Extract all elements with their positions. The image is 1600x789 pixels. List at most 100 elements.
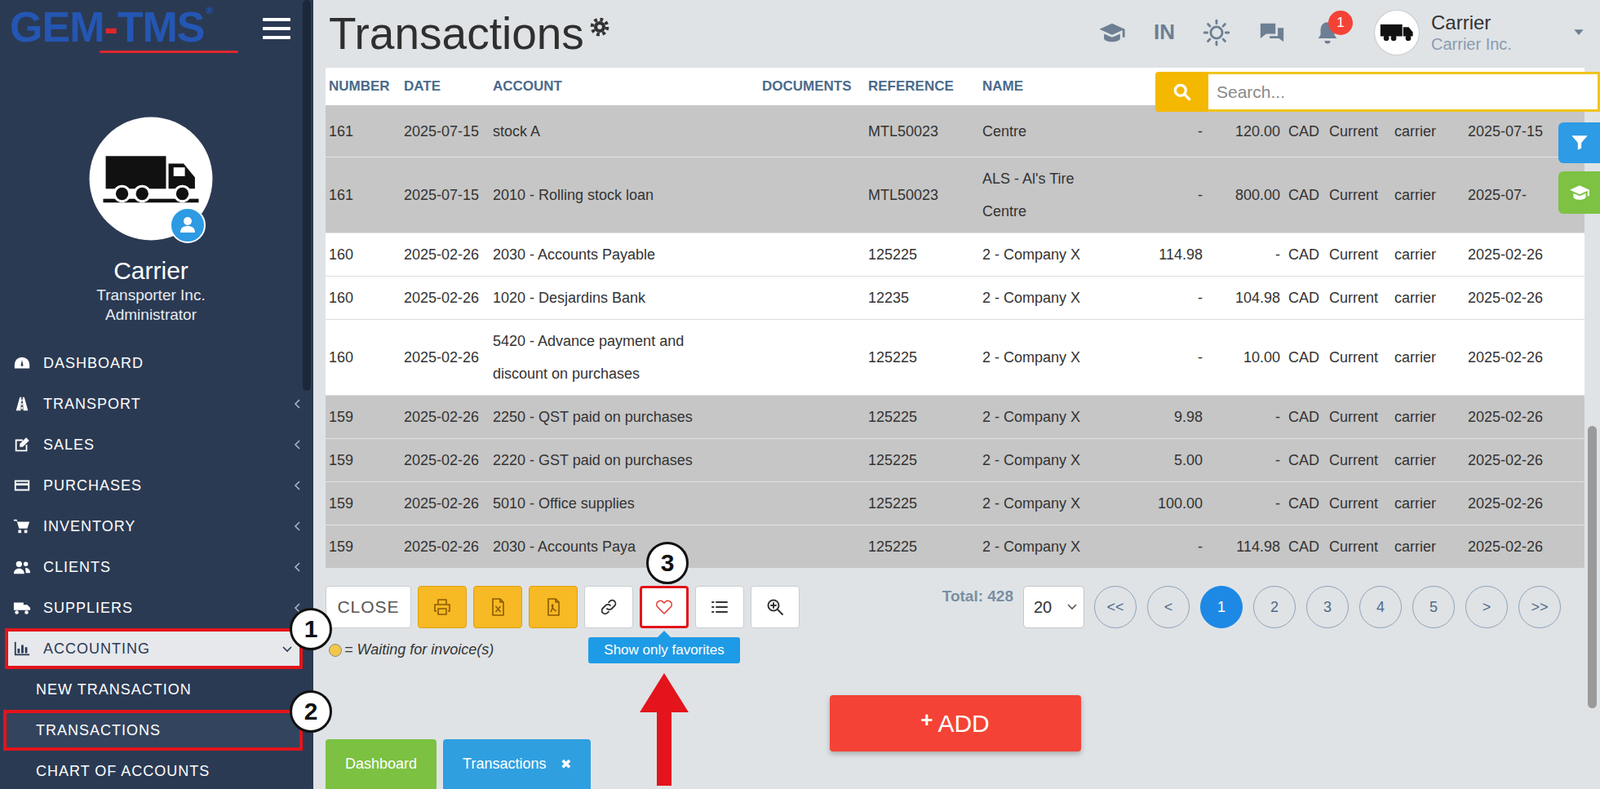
column-header[interactable]: ACCOUNT xyxy=(489,78,759,95)
search-input[interactable] xyxy=(1208,71,1600,112)
page-buttons: <<<12345>>> xyxy=(1094,585,1561,629)
page-button[interactable]: >> xyxy=(1518,585,1561,629)
documents-cell xyxy=(758,292,865,303)
status-cell: Current xyxy=(1325,233,1392,276)
status-cell: Current xyxy=(1325,110,1392,153)
table-row[interactable]: 1612025-07-152010 - Rolling stock loanMT… xyxy=(325,157,1585,234)
user-badge-icon[interactable] xyxy=(169,207,206,244)
name-cell: 2 - Company X xyxy=(979,276,1094,320)
sidebar-item[interactable]: CLIENTS xyxy=(0,546,314,588)
page-button[interactable]: 3 xyxy=(1306,585,1349,629)
number-cell: 159 xyxy=(325,525,401,568)
link-icon xyxy=(598,597,619,617)
sidebar-subitem[interactable]: TRANSACTIONS xyxy=(3,709,303,751)
page-button[interactable]: << xyxy=(1094,585,1137,629)
page-button[interactable]: > xyxy=(1465,585,1508,629)
excel-file-icon xyxy=(487,597,508,617)
date-cell: 2025-02-26 xyxy=(400,525,490,568)
sidebar-item-label: DASHBOARD xyxy=(43,354,304,373)
documents-cell xyxy=(758,249,865,260)
gear-icon[interactable] xyxy=(589,16,611,38)
sidebar-item[interactable]: SUPPLIERS xyxy=(0,587,314,629)
list-button[interactable] xyxy=(695,585,745,629)
link-button[interactable] xyxy=(584,585,634,629)
pdf-export-button[interactable] xyxy=(528,585,578,629)
name-cell: 2 - Company X xyxy=(979,336,1094,379)
page-size-select[interactable]: 20 xyxy=(1023,585,1085,629)
table-row[interactable]: 1592025-02-262220 - GST paid on purchase… xyxy=(325,438,1585,483)
sidebar-item[interactable]: TRANSPORT xyxy=(0,383,314,425)
currency-cell: CAD xyxy=(1285,173,1326,217)
reference-cell: 12235 xyxy=(864,276,980,320)
filter-button[interactable] xyxy=(1558,122,1600,164)
number-cell: 160 xyxy=(325,276,401,320)
date-cell: 2025-02-26 xyxy=(1464,395,1585,439)
sidebar-item[interactable]: ACCOUNTING xyxy=(4,628,303,670)
tab-close-button[interactable]: ✖ xyxy=(560,756,572,772)
logo[interactable]: GEM-TMS® xyxy=(9,5,213,52)
debit-cell: - xyxy=(1093,525,1208,568)
currency-cell: CAD xyxy=(1285,482,1326,525)
column-header[interactable]: REFERENCE xyxy=(864,78,980,95)
sidebar-item[interactable]: DASHBOARD xyxy=(0,342,314,384)
sidebar-subitem[interactable]: NEW TRANSACTION xyxy=(0,669,314,710)
add-label: ADD xyxy=(937,709,989,738)
notifications[interactable]: 1 xyxy=(1313,18,1342,47)
search-button[interactable] xyxy=(1155,71,1209,112)
credit-cell: - xyxy=(1207,395,1286,439)
page-button[interactable]: 1 xyxy=(1200,585,1243,629)
print-button[interactable] xyxy=(417,585,467,629)
page-scrollbar[interactable] xyxy=(1587,425,1597,709)
page-button[interactable]: 2 xyxy=(1253,585,1296,629)
page-button[interactable]: < xyxy=(1147,585,1190,629)
menu-item-icon xyxy=(13,558,32,577)
page-button[interactable]: 5 xyxy=(1412,585,1455,629)
table-row[interactable]: 1602025-02-262030 - Accounts Payable1252… xyxy=(325,233,1585,277)
currency-cell: CAD xyxy=(1285,525,1326,568)
logo-dash: - xyxy=(103,3,117,51)
table-row[interactable]: 1602025-02-261020 - Desjardins Bank12235… xyxy=(325,276,1585,320)
hamburger-icon[interactable] xyxy=(262,16,291,41)
page-button[interactable]: 4 xyxy=(1359,585,1402,629)
table-row[interactable]: 1612025-07-15stock AMTL50023Centre-120.0… xyxy=(325,105,1585,158)
date-cell: 2025-02-26 xyxy=(400,395,490,439)
sidebar-subitem[interactable]: CHART OF ACCOUNTS xyxy=(0,750,314,789)
user-cell: carrier xyxy=(1391,276,1465,320)
sidebar-item[interactable]: SALES xyxy=(0,424,314,466)
table-row[interactable]: 1592025-02-262250 - QST paid on purchase… xyxy=(325,395,1585,439)
favorites-button[interactable]: 3 Show only favorites xyxy=(639,585,689,629)
table-row[interactable]: 1602025-02-265420 - Advance payment and … xyxy=(325,319,1585,396)
menu-item-icon xyxy=(13,476,32,495)
user-menu[interactable]: CarrierCarrier Inc. xyxy=(1373,9,1585,56)
sidebar-scrollbar[interactable] xyxy=(302,0,311,391)
zoom-button[interactable] xyxy=(750,585,800,629)
status-cell: Current xyxy=(1325,525,1392,568)
table-row[interactable]: 1592025-02-262030 - Accounts Paya1252252… xyxy=(325,525,1585,569)
table-row[interactable]: 1592025-02-265010 - Office supplies12522… xyxy=(325,482,1585,526)
credit-cell: 120.00 xyxy=(1207,110,1286,153)
close-button[interactable]: CLOSE xyxy=(325,585,412,629)
column-header[interactable]: DATE xyxy=(400,78,490,95)
excel-export-button[interactable] xyxy=(473,585,523,629)
avatar[interactable] xyxy=(88,115,214,242)
column-header[interactable]: NAME xyxy=(979,78,1094,95)
add-button[interactable]: +ADD xyxy=(829,695,1082,752)
account-cell: 1020 - Desjardins Bank xyxy=(489,276,759,320)
page-tab[interactable]: Dashboard xyxy=(325,739,437,789)
documents-cell xyxy=(758,412,865,422)
user-cell: carrier xyxy=(1391,110,1465,153)
chat-icon[interactable] xyxy=(1258,18,1286,47)
user-cell: carrier xyxy=(1391,173,1465,217)
page-tab[interactable]: Transactions✖ xyxy=(443,739,591,789)
sun-icon[interactable] xyxy=(1202,18,1231,47)
column-header[interactable]: NUMBER xyxy=(325,78,401,95)
help-button[interactable] xyxy=(1558,171,1600,214)
graduation-cap-icon[interactable] xyxy=(1098,18,1126,47)
column-header[interactable]: DOCUMENTS xyxy=(758,78,865,95)
documents-cell xyxy=(758,190,865,200)
language-toggle[interactable]: IN xyxy=(1153,19,1175,45)
sidebar-item[interactable]: PURCHASES xyxy=(0,465,314,506)
sidebar-item-label: SALES xyxy=(43,436,280,454)
status-cell: Current xyxy=(1325,482,1392,525)
sidebar-item[interactable]: INVENTORY xyxy=(0,505,314,547)
